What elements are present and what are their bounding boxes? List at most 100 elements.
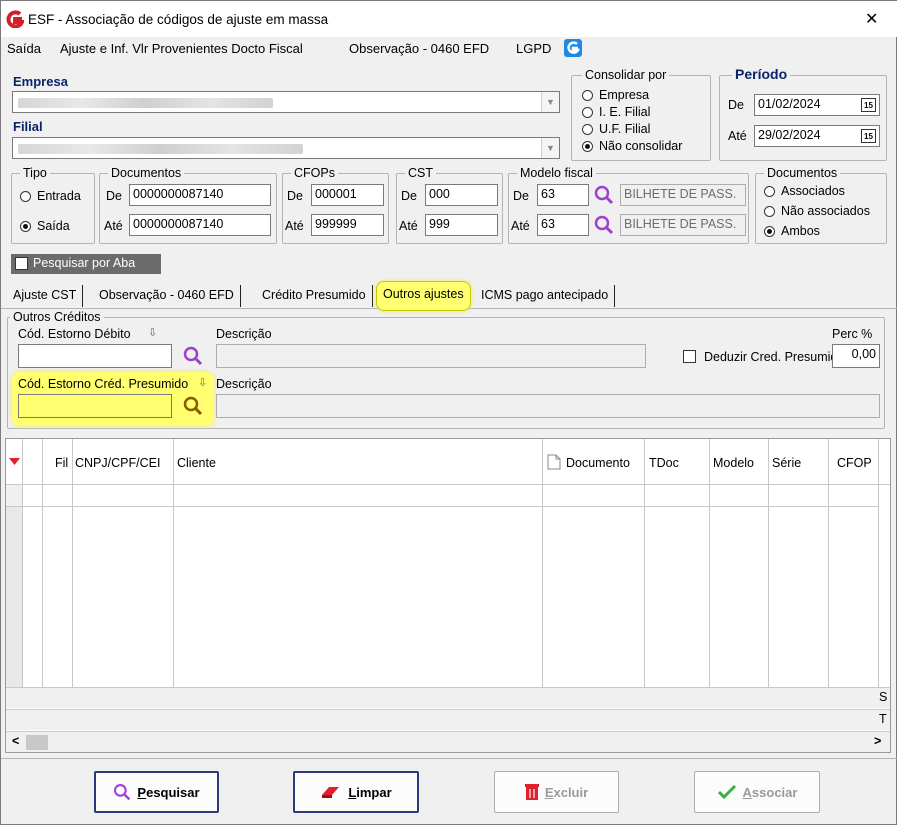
horizontal-scrollbar[interactable]: < > (6, 731, 890, 752)
cst-de-input[interactable]: 000 (425, 184, 498, 206)
close-icon[interactable]: ✕ (865, 9, 878, 29)
periodo-ate-input[interactable]: 29/02/2024 15 (754, 125, 880, 147)
col-cliente[interactable]: Cliente (177, 456, 216, 470)
modelo-ate-input[interactable]: 63 (537, 214, 589, 236)
col-cnpj[interactable]: CNPJ/CPF/CEI (75, 456, 160, 470)
documentos-range-group: Documentos De 0000000087140 Até 00000000… (99, 166, 277, 244)
pesquisar-aba-label: Pesquisar por Aba (33, 256, 136, 270)
estorno-debito-input[interactable] (18, 344, 172, 368)
periodo-group: Período De 01/02/2024 15 Até 29/02/2024 … (719, 66, 887, 161)
pesquisar-button[interactable]: Pesquisar (94, 771, 219, 813)
cst-de-label: De (401, 189, 417, 203)
tab-icms-pago-antecipado[interactable]: ICMS pago antecipado (475, 285, 616, 307)
cfop-ate-label: Até (285, 219, 304, 233)
cfop-ate-input[interactable]: 999999 (311, 214, 384, 236)
scroll-left-icon[interactable]: < (12, 734, 19, 748)
tipo-group: Tipo Entrada Saída (11, 166, 95, 244)
col-modelo[interactable]: Modelo (713, 456, 754, 470)
checkmark-icon (717, 784, 736, 800)
perc-input[interactable]: 0,00 (832, 344, 880, 368)
estorno-debito-label: Cód. Estorno Débito (18, 327, 131, 341)
tab-credito-presumido[interactable]: Crédito Presumido (256, 285, 373, 307)
associar-button[interactable]: Associar (694, 771, 820, 813)
radio-uf-filial[interactable]: U.F. Filial (582, 122, 650, 136)
chevron-down-icon[interactable]: ▼ (541, 138, 559, 158)
excluir-button[interactable]: Excluir (494, 771, 619, 813)
col-documento[interactable]: Documento (566, 456, 630, 470)
estorno-cred-input[interactable] (18, 394, 172, 418)
radio-saida[interactable]: Saída (20, 219, 70, 233)
modelo-de-desc: BILHETE DE PASS. (620, 184, 746, 206)
pesquisar-aba-checkbox[interactable] (15, 257, 28, 270)
radio-nao-consolidar[interactable]: Não consolidar (582, 139, 682, 153)
title-bar: ESF - Associação de códigos de ajuste em… (1, 1, 897, 37)
radio-ie-filial[interactable]: I. E. Filial (582, 105, 650, 119)
document-icon (547, 454, 561, 470)
menu-bar: Saída Ajuste e Inf. Vlr Provenientes Doc… (1, 37, 897, 63)
filial-combo[interactable]: ▼ (12, 137, 560, 159)
empresa-combo[interactable]: ▼ (12, 91, 560, 113)
deduzir-checkbox[interactable] (683, 350, 696, 363)
menu-ajuste-inf[interactable]: Ajuste e Inf. Vlr Provenientes Docto Fis… (60, 41, 303, 56)
col-tdoc[interactable]: TDoc (649, 456, 679, 470)
radio-empresa[interactable]: Empresa (582, 88, 649, 102)
modelo-group: Modelo fiscal De 63 BILHETE DE PASS. Até… (508, 166, 749, 244)
filial-redacted (18, 144, 303, 154)
scrollbar-thumb[interactable] (26, 735, 48, 750)
limpar-button[interactable]: Limpar (293, 771, 419, 813)
cst-ate-input[interactable]: 999 (425, 214, 498, 236)
perc-label: Perc % (832, 327, 873, 341)
cfop-de-input[interactable]: 000001 (311, 184, 384, 206)
tipo-legend: Tipo (20, 166, 50, 180)
scroll-right-icon[interactable]: > (874, 734, 881, 748)
filial-label: Filial (13, 119, 43, 134)
periodo-de-input[interactable]: 01/02/2024 15 (754, 94, 880, 116)
calendar-icon[interactable]: 15 (861, 129, 876, 143)
chevron-down-icon[interactable]: ▼ (541, 92, 559, 112)
col-cfop[interactable]: CFOP (837, 456, 872, 470)
search-icon[interactable] (593, 184, 615, 206)
radio-associados[interactable]: Associados (764, 184, 845, 198)
documentos-filter-legend: Documentos (764, 166, 841, 180)
pesquisar-aba-toggle[interactable]: Pesquisar por Aba (11, 254, 161, 274)
consolidar-legend: Consolidar por (582, 68, 670, 82)
descricao-cred-field (216, 394, 880, 418)
calendar-icon[interactable]: 15 (861, 98, 876, 112)
search-icon[interactable] (182, 395, 204, 417)
results-grid[interactable]: Fil CNPJ/CPF/CEI Cliente Documento TDoc … (5, 438, 891, 753)
modelo-legend: Modelo fiscal (517, 166, 596, 180)
lgpd-icon[interactable] (564, 39, 582, 57)
modelo-de-input[interactable]: 63 (537, 184, 589, 206)
periodo-de-label: De (728, 98, 744, 112)
radio-nao-associados[interactable]: Não associados (764, 204, 870, 218)
row-selector[interactable] (6, 485, 22, 507)
application-window: ESF - Associação de códigos de ajuste em… (0, 0, 897, 825)
outros-creditos-group: Outros Créditos Cód. Estorno Débito ⇩ De… (7, 310, 885, 429)
radio-entrada[interactable]: Entrada (20, 189, 81, 203)
doc-de-input[interactable]: 0000000087140 (129, 184, 271, 206)
radio-ambos[interactable]: Ambos (764, 224, 820, 238)
window-title: ESF - Associação de códigos de ajuste em… (28, 12, 329, 27)
col-serie[interactable]: Série (772, 456, 801, 470)
menu-lgpd[interactable]: LGPD (516, 41, 551, 56)
menu-observacao-0460[interactable]: Observação - 0460 EFD (349, 41, 489, 56)
estorno-cred-label: Cód. Estorno Créd. Presumido (18, 377, 189, 391)
search-icon[interactable] (593, 214, 615, 236)
row-selector-column (6, 507, 22, 687)
tab-ajuste-cst[interactable]: Ajuste CST (7, 285, 84, 307)
table-row (22, 506, 878, 507)
tab-outros-ajustes[interactable]: Outros ajustes (376, 281, 471, 311)
sort-icon[interactable]: ⇩ (198, 376, 207, 389)
search-icon[interactable] (182, 345, 204, 367)
tab-observacao-0460[interactable]: Observação - 0460 EFD (93, 285, 241, 307)
modelo-de-label: De (513, 189, 529, 203)
sort-icon[interactable]: ⇩ (148, 326, 157, 339)
periodo-legend: Período (732, 66, 791, 82)
cfops-legend: CFOPs (291, 166, 338, 180)
cfops-group: CFOPs De 000001 Até 999999 (282, 166, 389, 244)
col-fil[interactable]: Fil (55, 456, 68, 470)
deduzir-label: Deduzir Cred. Presumido (704, 350, 845, 364)
menu-saida[interactable]: Saída (7, 41, 41, 56)
outros-creditos-legend: Outros Créditos (10, 310, 104, 324)
doc-ate-input[interactable]: 0000000087140 (129, 214, 271, 236)
